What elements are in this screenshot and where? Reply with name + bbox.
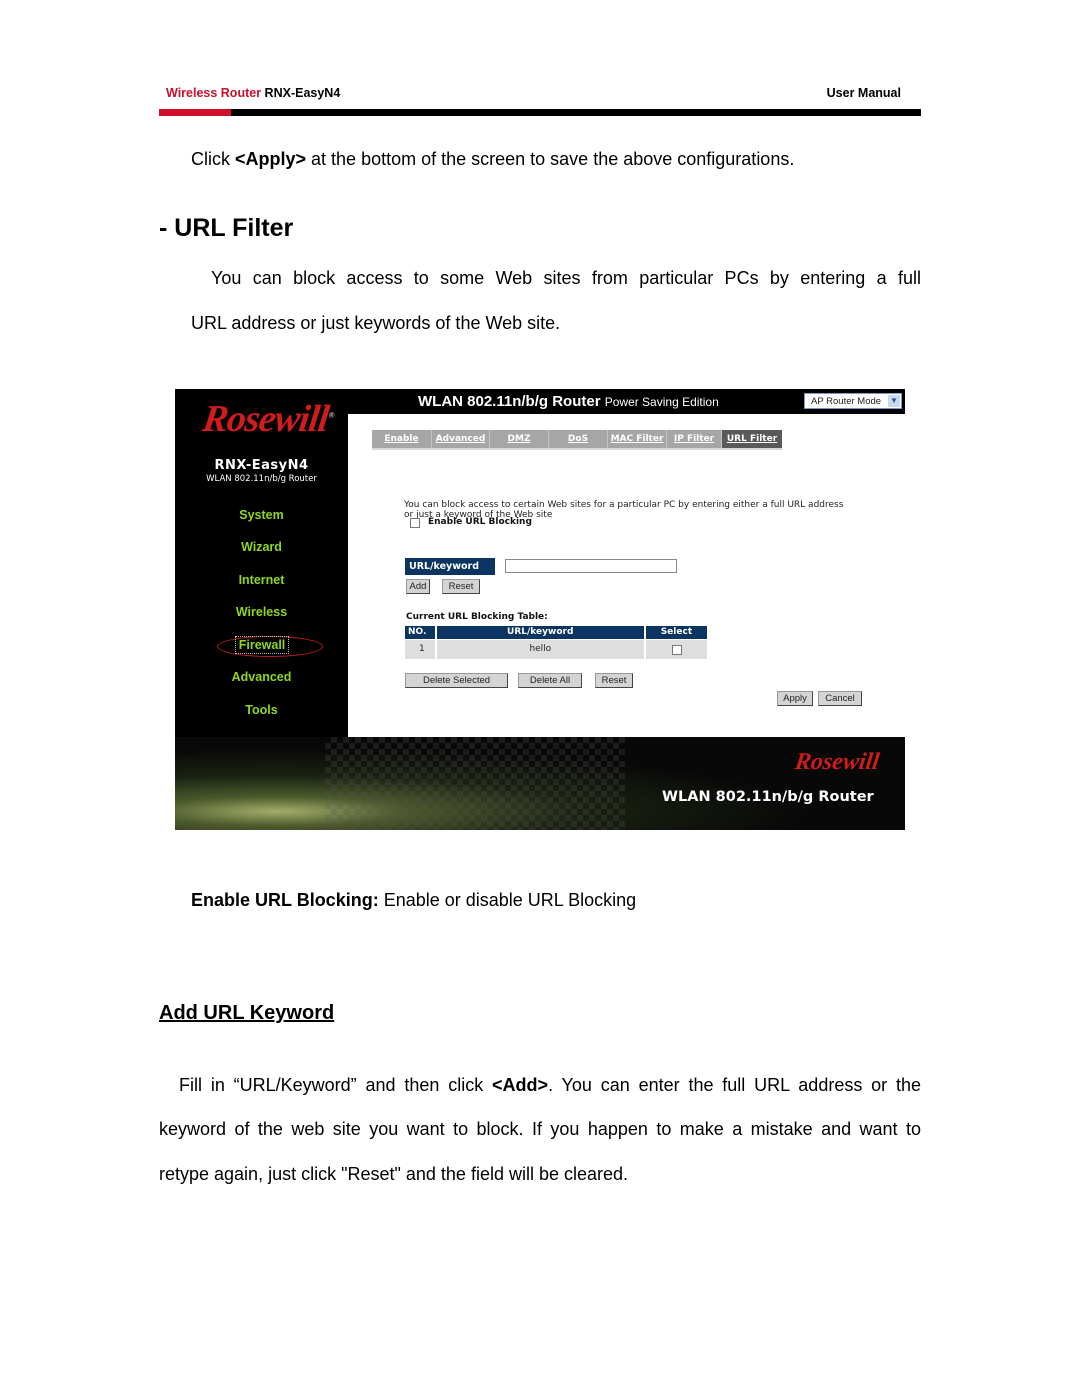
row-keyword: hello <box>434 640 644 659</box>
add-bold: <Add> <box>492 1075 549 1095</box>
router-tabs: Enable Advanced DMZ DoS MAC Filter IP Fi… <box>372 430 782 450</box>
nav-internet[interactable]: Internet <box>175 573 348 587</box>
header-rule <box>159 109 921 116</box>
tab-enable[interactable]: Enable <box>372 430 432 448</box>
tab-advanced[interactable]: Advanced <box>432 430 490 448</box>
enable-url-blocking-checkbox[interactable] <box>410 518 420 528</box>
rosewill-logo: Rosewill® <box>200 398 335 440</box>
row-select-checkbox[interactable] <box>671 645 682 655</box>
nav-firewall[interactable]: Firewall <box>235 636 289 654</box>
fill-line-2: keyword of the web site you want to bloc… <box>159 1119 921 1139</box>
section-title: - URL Filter <box>159 214 294 242</box>
table-title: Current URL Blocking Table: <box>406 612 548 622</box>
fill-line-3: retype again, just click "Reset" and the… <box>159 1164 629 1184</box>
nav-system[interactable]: System <box>175 508 348 522</box>
mode-select[interactable]: AP Router Mode ▼ <box>804 393 902 409</box>
title-small: Power Saving Edition <box>604 395 719 409</box>
row-select-cell <box>643 640 707 659</box>
router-footer-banner: Rosewill WLAN 802.11n/b/g Router <box>175 737 905 830</box>
col-select: Select <box>643 626 707 639</box>
table-header: NO. URL/keyword Select <box>405 626 707 639</box>
tab-ip-filter[interactable]: IP Filter <box>667 430 722 448</box>
nav-wizard[interactable]: Wizard <box>175 540 348 554</box>
tab-dos[interactable]: DoS <box>549 430 608 448</box>
col-no: NO. <box>408 627 427 637</box>
fill-line-1: Fill in “URL/Keyword” and then click <Ad… <box>179 1075 921 1095</box>
page-header: Wireless Router RNX-EasyN4 User Manual <box>159 84 921 102</box>
delete-all-button[interactable]: Delete All <box>518 673 582 688</box>
url-keyword-label: URL/keyword <box>405 558 495 575</box>
router-sidebar: Rosewill® RNX-EasyN4 WLAN 802.11n/b/g Ro… <box>175 389 348 737</box>
text: Fill in “URL/Keyword” and then click <box>179 1075 493 1095</box>
text: . You can enter the full URL address or … <box>548 1075 922 1095</box>
text: at the bottom of the screen to save the … <box>306 149 795 169</box>
text: Enable or disable URL Blocking <box>378 890 637 910</box>
enable-url-blocking-desc: Enable URL Blocking: Enable or disable U… <box>191 890 636 910</box>
apply-instruction: Click <Apply> at the bottom of the scree… <box>191 149 794 169</box>
router-title: WLAN 802.11n/b/g Router Power Saving Edi… <box>418 393 719 410</box>
chevron-down-icon[interactable]: ▼ <box>888 395 900 407</box>
delete-selected-button[interactable]: Delete Selected <box>405 673 508 688</box>
text: Click <box>191 149 235 169</box>
logo-text: Rosewill <box>200 398 331 440</box>
intro-line-2: URL address or just keywords of the Web … <box>191 313 561 333</box>
header-brand: Wireless Router <box>166 86 262 100</box>
table-row: 1 hello <box>405 640 707 659</box>
nav-wireless[interactable]: Wireless <box>175 605 348 619</box>
reset-button[interactable]: Reset <box>442 579 480 594</box>
tab-mac-filter[interactable]: MAC Filter <box>608 430 667 448</box>
apply-button[interactable]: Apply <box>777 691 813 706</box>
tab-url-filter[interactable]: URL Filter <box>722 430 782 448</box>
header-doc-type: User Manual <box>826 86 901 100</box>
subsection-title: Add URL Keyword <box>159 1002 335 1024</box>
router-model-sub: WLAN 802.11n/b/g Router <box>206 474 317 484</box>
enable-bold: Enable URL Blocking: <box>191 890 379 910</box>
header-rule-accent <box>159 109 231 116</box>
add-button[interactable]: Add <box>406 579 430 594</box>
nav-advanced[interactable]: Advanced <box>175 670 348 684</box>
router-content: Enable Advanced DMZ DoS MAC Filter IP Fi… <box>348 414 905 737</box>
apply-bold: <Apply> <box>235 149 307 169</box>
footer-title: WLAN 802.11n/b/g Router <box>662 789 874 805</box>
header-left: Wireless Router RNX-EasyN4 <box>166 86 340 100</box>
footer-pattern <box>325 737 625 830</box>
footer-rosewill-logo: Rosewill <box>793 749 881 775</box>
router-title-bar: WLAN 802.11n/b/g Router Power Saving Edi… <box>348 389 905 414</box>
header-model: RNX-EasyN4 <box>264 86 341 100</box>
cancel-button[interactable]: Cancel <box>818 691 862 706</box>
router-model: RNX-EasyN4 <box>214 458 309 473</box>
nav-tools[interactable]: Tools <box>175 703 348 717</box>
url-blocking-table: NO. URL/keyword Select 1 hello <box>405 626 707 659</box>
title-main: WLAN 802.11n/b/g Router <box>418 393 601 410</box>
router-screenshot: Rosewill® RNX-EasyN4 WLAN 802.11n/b/g Ro… <box>175 389 905 830</box>
tab-dmz[interactable]: DMZ <box>490 430 549 448</box>
col-url-keyword: URL/keyword <box>434 626 644 639</box>
enable-url-blocking-label: Enable URL Blocking <box>428 517 532 527</box>
url-keyword-input[interactable] <box>505 559 677 573</box>
row-no: 1 <box>419 644 425 654</box>
intro-line-1: You can block access to some Web sites f… <box>211 268 921 288</box>
mode-select-value: AP Router Mode <box>811 396 882 407</box>
table-reset-button[interactable]: Reset <box>595 673 633 688</box>
